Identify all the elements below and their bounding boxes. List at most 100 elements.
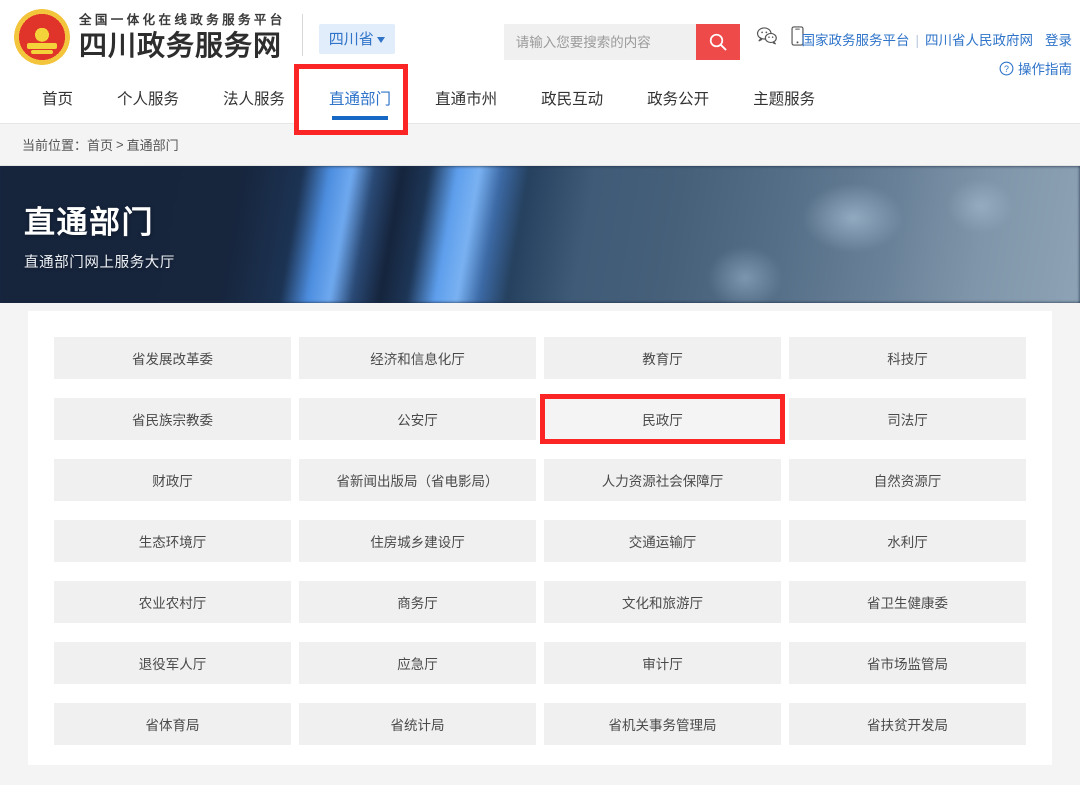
wechat-icon[interactable] — [756, 26, 778, 46]
department-label: 省新闻出版局（省电影局） — [336, 474, 499, 489]
department-label: 商务厅 — [397, 596, 438, 611]
login-link[interactable]: 登录 — [1045, 33, 1072, 48]
breadcrumb: 当前位置： 首页 > 直通部门 — [0, 124, 1080, 166]
department-cell[interactable]: 应急厅 — [299, 642, 536, 684]
guide-link-label: 操作指南 — [1018, 62, 1072, 77]
department-cell[interactable]: 文化和旅游厅 — [544, 581, 781, 623]
department-label: 文化和旅游厅 — [622, 596, 703, 611]
department-cell[interactable]: 经济和信息化厅 — [299, 337, 536, 379]
header-icon-group — [756, 26, 804, 46]
nav-item-government-citizen-interaction[interactable]: 政民互动 — [519, 78, 625, 124]
department-label: 省发展改革委 — [132, 352, 213, 367]
page-title: 直通部门 — [24, 205, 154, 240]
department-cell[interactable]: 省机关事务管理局 — [544, 703, 781, 745]
banner-content: 直通部门 直通部门网上服务大厅 — [0, 166, 1080, 272]
department-label: 省市场监管局 — [867, 657, 948, 672]
department-cell[interactable]: 省扶贫开发局 — [789, 703, 1026, 745]
department-cell[interactable]: 自然资源厅 — [789, 459, 1026, 501]
department-label: 省扶贫开发局 — [867, 718, 948, 733]
link-national-platform[interactable]: 国家政务服务平台 — [801, 33, 909, 48]
header-links-primary: 国家政务服务平台 | 四川省人民政府网 登录 — [801, 29, 1072, 49]
department-label: 住房城乡建设厅 — [370, 535, 465, 550]
page-subtitle: 直通部门网上服务大厅 — [24, 255, 175, 271]
department-cell[interactable]: 民政厅 — [540, 394, 785, 444]
department-label: 省卫生健康委 — [867, 596, 948, 611]
search-button[interactable] — [695, 24, 740, 60]
department-cell[interactable]: 财政厅 — [54, 459, 291, 501]
department-cell[interactable]: 住房城乡建设厅 — [299, 520, 536, 562]
department-cell[interactable]: 生态环境厅 — [54, 520, 291, 562]
department-label: 退役军人厅 — [138, 657, 207, 672]
brand-subtitle: 全国一体化在线政务服务平台 — [79, 13, 286, 27]
department-card: 省发展改革委 经济和信息化厅 教育厅 科技厅省民族宗教委 公安厅 民政厅 司法厅财政厅 省新闻… — [28, 311, 1052, 765]
department-label: 省民族宗教委 — [132, 413, 213, 428]
department-label: 交通运输厅 — [628, 535, 697, 550]
department-label: 省统计局 — [390, 718, 445, 733]
department-cell[interactable]: 省市场监管局 — [789, 642, 1026, 684]
header-links-secondary[interactable]: ? 操作指南 — [801, 58, 1072, 78]
department-cell[interactable]: 审计厅 — [544, 642, 781, 684]
svg-text:?: ? — [1004, 63, 1009, 73]
department-label: 教育厅 — [642, 352, 683, 367]
brand-title: 四川政务服务网 — [79, 30, 283, 61]
department-cell[interactable]: 人力资源社会保障厅 — [544, 459, 781, 501]
brand-logo[interactable]: 全国一体化在线政务服务平台 四川政务服务网 — [0, 0, 286, 65]
department-label: 生态环境厅 — [138, 535, 207, 550]
breadcrumb-separator: > — [116, 137, 124, 152]
department-label: 省体育局 — [145, 718, 200, 733]
breadcrumb-home[interactable]: 首页 — [87, 135, 113, 154]
department-cell[interactable]: 公安厅 — [299, 398, 536, 440]
brand-divider — [301, 14, 303, 56]
department-label: 水利厅 — [887, 535, 928, 550]
department-label: 财政厅 — [152, 474, 193, 489]
department-cell[interactable]: 商务厅 — [299, 581, 536, 623]
department-label: 公安厅 — [397, 413, 438, 428]
department-cell[interactable]: 教育厅 — [544, 337, 781, 379]
nav-item-direct-cities[interactable]: 直通市州 — [413, 78, 519, 124]
department-cell[interactable]: 省发展改革委 — [54, 337, 291, 379]
department-label: 农业农村厅 — [138, 596, 207, 611]
department-cell[interactable]: 省民族宗教委 — [54, 398, 291, 440]
region-selector-label: 四川省 — [328, 31, 374, 48]
region-selector[interactable]: 四川省 — [318, 24, 395, 54]
china-national-emblem-icon — [14, 9, 70, 65]
nav-item-government-affairs-disclosure[interactable]: 政务公开 — [625, 78, 731, 124]
header-link-separator: | — [915, 33, 919, 48]
department-cell[interactable]: 司法厅 — [789, 398, 1026, 440]
nav-item-personal-services[interactable]: 个人服务 — [95, 78, 201, 124]
breadcrumb-prefix: 当前位置： — [22, 138, 88, 153]
caret-down-icon — [376, 37, 385, 44]
nav-item-thematic-services[interactable]: 主题服务 — [731, 78, 837, 124]
department-grid: 省发展改革委 经济和信息化厅 教育厅 科技厅省民族宗教委 公安厅 民政厅 司法厅财政厅 省新闻… — [54, 337, 1026, 745]
question-circle-icon: ? — [999, 61, 1014, 75]
nav-item-legal-entity-services[interactable]: 法人服务 — [201, 78, 307, 124]
brand-text: 全国一体化在线政务服务平台 四川政务服务网 — [79, 12, 286, 62]
search-input[interactable] — [503, 24, 696, 60]
page-banner: 直通部门 直通部门网上服务大厅 — [0, 166, 1080, 303]
department-label: 审计厅 — [642, 657, 683, 672]
nav-item-direct-departments[interactable]: 直通部门 — [307, 78, 413, 124]
department-label: 人力资源社会保障厅 — [601, 474, 724, 489]
content-area: 省发展改革委 经济和信息化厅 教育厅 科技厅省民族宗教委 公安厅 民政厅 司法厅财政厅 省新闻… — [0, 303, 1080, 765]
link-provincial-government[interactable]: 四川省人民政府网 — [925, 33, 1033, 48]
search-icon — [709, 33, 727, 51]
breadcrumb-current: 直通部门 — [126, 138, 179, 153]
department-cell[interactable]: 退役军人厅 — [54, 642, 291, 684]
department-cell[interactable]: 省新闻出版局（省电影局） — [299, 459, 536, 501]
department-cell[interactable]: 农业农村厅 — [54, 581, 291, 623]
search-box — [503, 24, 740, 60]
nav-item-home[interactable]: 首页 — [20, 78, 95, 124]
header-links: 国家政务服务平台 | 四川省人民政府网 登录 ? 操作指南 — [801, 0, 1072, 78]
department-cell[interactable]: 省卫生健康委 — [789, 581, 1026, 623]
department-label: 科技厅 — [887, 352, 928, 367]
department-cell[interactable]: 省体育局 — [54, 703, 291, 745]
department-cell[interactable]: 科技厅 — [789, 337, 1026, 379]
department-cell[interactable]: 交通运输厅 — [544, 520, 781, 562]
department-label: 省机关事务管理局 — [608, 718, 717, 733]
department-label: 应急厅 — [397, 657, 438, 672]
department-cell[interactable]: 省统计局 — [299, 703, 536, 745]
department-label: 民政厅 — [642, 413, 683, 428]
department-label: 司法厅 — [887, 413, 928, 428]
main-navigation: 首页 个人服务 法人服务 直通部门 直通市州 政民互动 政务公开 主题服务 — [0, 64, 1080, 135]
department-cell[interactable]: 水利厅 — [789, 520, 1026, 562]
